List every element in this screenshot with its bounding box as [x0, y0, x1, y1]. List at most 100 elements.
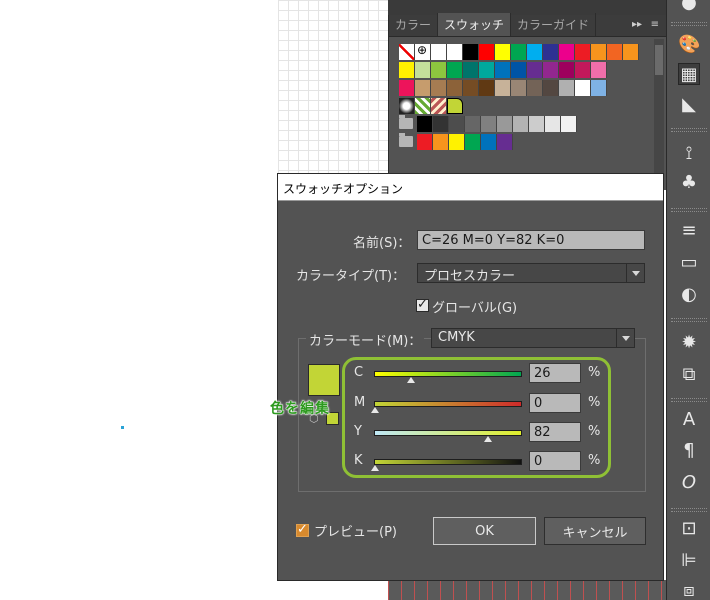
channel-m-thumb[interactable]	[371, 407, 379, 413]
color-swatch[interactable]	[431, 79, 447, 96]
registration-swatch[interactable]: ⊕	[415, 43, 431, 60]
preview-checkbox[interactable]	[296, 522, 309, 537]
color-swatch[interactable]	[447, 79, 463, 96]
color-swatch[interactable]	[575, 43, 591, 60]
channel-c-input[interactable]	[529, 363, 581, 383]
color-mode-select[interactable]: CMYK	[431, 328, 635, 348]
symbol-club-icon[interactable]: ♣	[678, 172, 700, 194]
channel-c-slider[interactable]	[374, 371, 522, 377]
color-swatch[interactable]	[481, 115, 497, 132]
cancel-button[interactable]: キャンセル	[544, 517, 646, 545]
channel-m-input[interactable]	[529, 393, 581, 413]
palette-icon[interactable]: 🎨	[678, 34, 700, 56]
color-swatch[interactable]	[417, 133, 433, 150]
swatch-name-input[interactable]	[417, 230, 645, 250]
color-swatch[interactable]	[431, 61, 447, 78]
panel-menu-icon[interactable]: ≡	[651, 19, 660, 30]
color-swatch[interactable]	[607, 43, 623, 60]
color-swatch[interactable]	[527, 79, 543, 96]
color-swatch[interactable]	[415, 79, 431, 96]
channel-y-slider[interactable]	[374, 430, 522, 436]
color-swatch[interactable]	[465, 133, 481, 150]
color-swatch[interactable]	[497, 133, 513, 150]
swatches-grid-icon[interactable]: ▦	[678, 63, 700, 85]
panel-collapse-icon[interactable]: ▸▸	[632, 19, 642, 30]
color-swatch[interactable]	[511, 43, 527, 60]
channel-y-thumb[interactable]	[484, 436, 493, 442]
channel-k-input[interactable]	[529, 451, 581, 471]
color-type-select[interactable]: プロセスカラー	[417, 263, 645, 284]
brush-icon[interactable]: ⟟	[678, 143, 700, 165]
pattern-swatch[interactable]	[415, 97, 431, 114]
color-swatch[interactable]	[481, 133, 497, 150]
color-swatch[interactable]	[433, 133, 449, 150]
color-swatch[interactable]	[449, 133, 465, 150]
selection-point[interactable]	[121, 426, 124, 429]
color-swatch[interactable]	[559, 61, 575, 78]
pathfinder-icon[interactable]: ⧈	[678, 580, 700, 600]
color-swatch[interactable]	[479, 79, 495, 96]
color-swatch[interactable]	[575, 79, 591, 96]
color-swatch[interactable]	[543, 79, 559, 96]
gradient-icon[interactable]: ◣	[678, 94, 700, 116]
color-swatch[interactable]	[463, 79, 479, 96]
global-checkbox[interactable]	[416, 297, 429, 312]
color-swatch[interactable]	[559, 43, 575, 60]
color-swatch[interactable]	[591, 61, 607, 78]
color-swatch[interactable]	[465, 115, 481, 132]
channel-k-slider[interactable]	[374, 459, 522, 465]
color-swatch[interactable]	[399, 79, 415, 96]
color-swatch[interactable]	[575, 61, 591, 78]
channel-m-slider[interactable]	[374, 401, 522, 407]
color-swatch[interactable]	[543, 43, 559, 60]
opentype-icon[interactable]: O	[678, 472, 700, 494]
pattern-swatch-2[interactable]	[431, 97, 447, 114]
color-swatch[interactable]	[527, 43, 543, 60]
none-swatch[interactable]	[399, 43, 415, 60]
color-swatch[interactable]	[417, 115, 433, 132]
transform-icon[interactable]: ⊡	[678, 518, 700, 540]
color-swatch[interactable]	[447, 43, 463, 60]
tab-swatches[interactable]: スウォッチ	[438, 13, 512, 36]
color-swatch[interactable]	[399, 61, 415, 78]
align-icon[interactable]: ⊫	[678, 550, 700, 572]
channel-c-thumb[interactable]	[406, 377, 415, 383]
ok-button[interactable]: OK	[433, 517, 536, 545]
artboard-canvas[interactable]	[0, 0, 278, 600]
color-swatch[interactable]	[495, 79, 511, 96]
color-swatch[interactable]	[529, 115, 545, 132]
character-icon[interactable]: A	[678, 409, 700, 431]
color-swatch[interactable]	[497, 115, 513, 132]
gradient-swatch[interactable]	[399, 97, 415, 114]
color-swatch[interactable]	[527, 61, 543, 78]
color-swatch[interactable]	[495, 43, 511, 60]
color-swatch[interactable]	[433, 115, 449, 132]
color-swatch[interactable]	[511, 79, 527, 96]
appearance-icon[interactable]: ✹	[678, 332, 700, 354]
preview-label[interactable]: プレビュー(P)	[314, 521, 397, 540]
color-swatch[interactable]	[447, 61, 463, 78]
color-swatch[interactable]	[561, 115, 577, 132]
color-swatch[interactable]	[463, 61, 479, 78]
tab-color[interactable]: カラー	[389, 13, 439, 36]
gradient-square-icon[interactable]: ▭	[678, 252, 700, 274]
selected-swatch[interactable]	[447, 97, 463, 114]
tab-color-guide[interactable]: カラーガイド	[511, 13, 597, 36]
channel-y-input[interactable]	[529, 422, 581, 442]
stroke-lines-icon[interactable]: ≡	[678, 220, 700, 242]
color-swatch[interactable]	[479, 61, 495, 78]
folder-icon[interactable]	[399, 133, 413, 147]
color-swatch[interactable]	[591, 43, 607, 60]
color-swatch[interactable]	[543, 61, 559, 78]
global-label[interactable]: グローバル(G)	[432, 297, 517, 316]
color-swatch[interactable]	[559, 79, 575, 96]
color-swatch[interactable]	[513, 115, 529, 132]
color-swatch[interactable]	[463, 43, 479, 60]
color-swatch[interactable]	[511, 61, 527, 78]
layers-icon[interactable]: ⧉	[678, 364, 700, 386]
color-swatch[interactable]	[431, 43, 447, 60]
color-swatch[interactable]	[415, 61, 431, 78]
color-swatch[interactable]	[479, 43, 495, 60]
swatch-scrollbar[interactable]	[654, 39, 664, 187]
folder-icon[interactable]	[399, 115, 413, 129]
